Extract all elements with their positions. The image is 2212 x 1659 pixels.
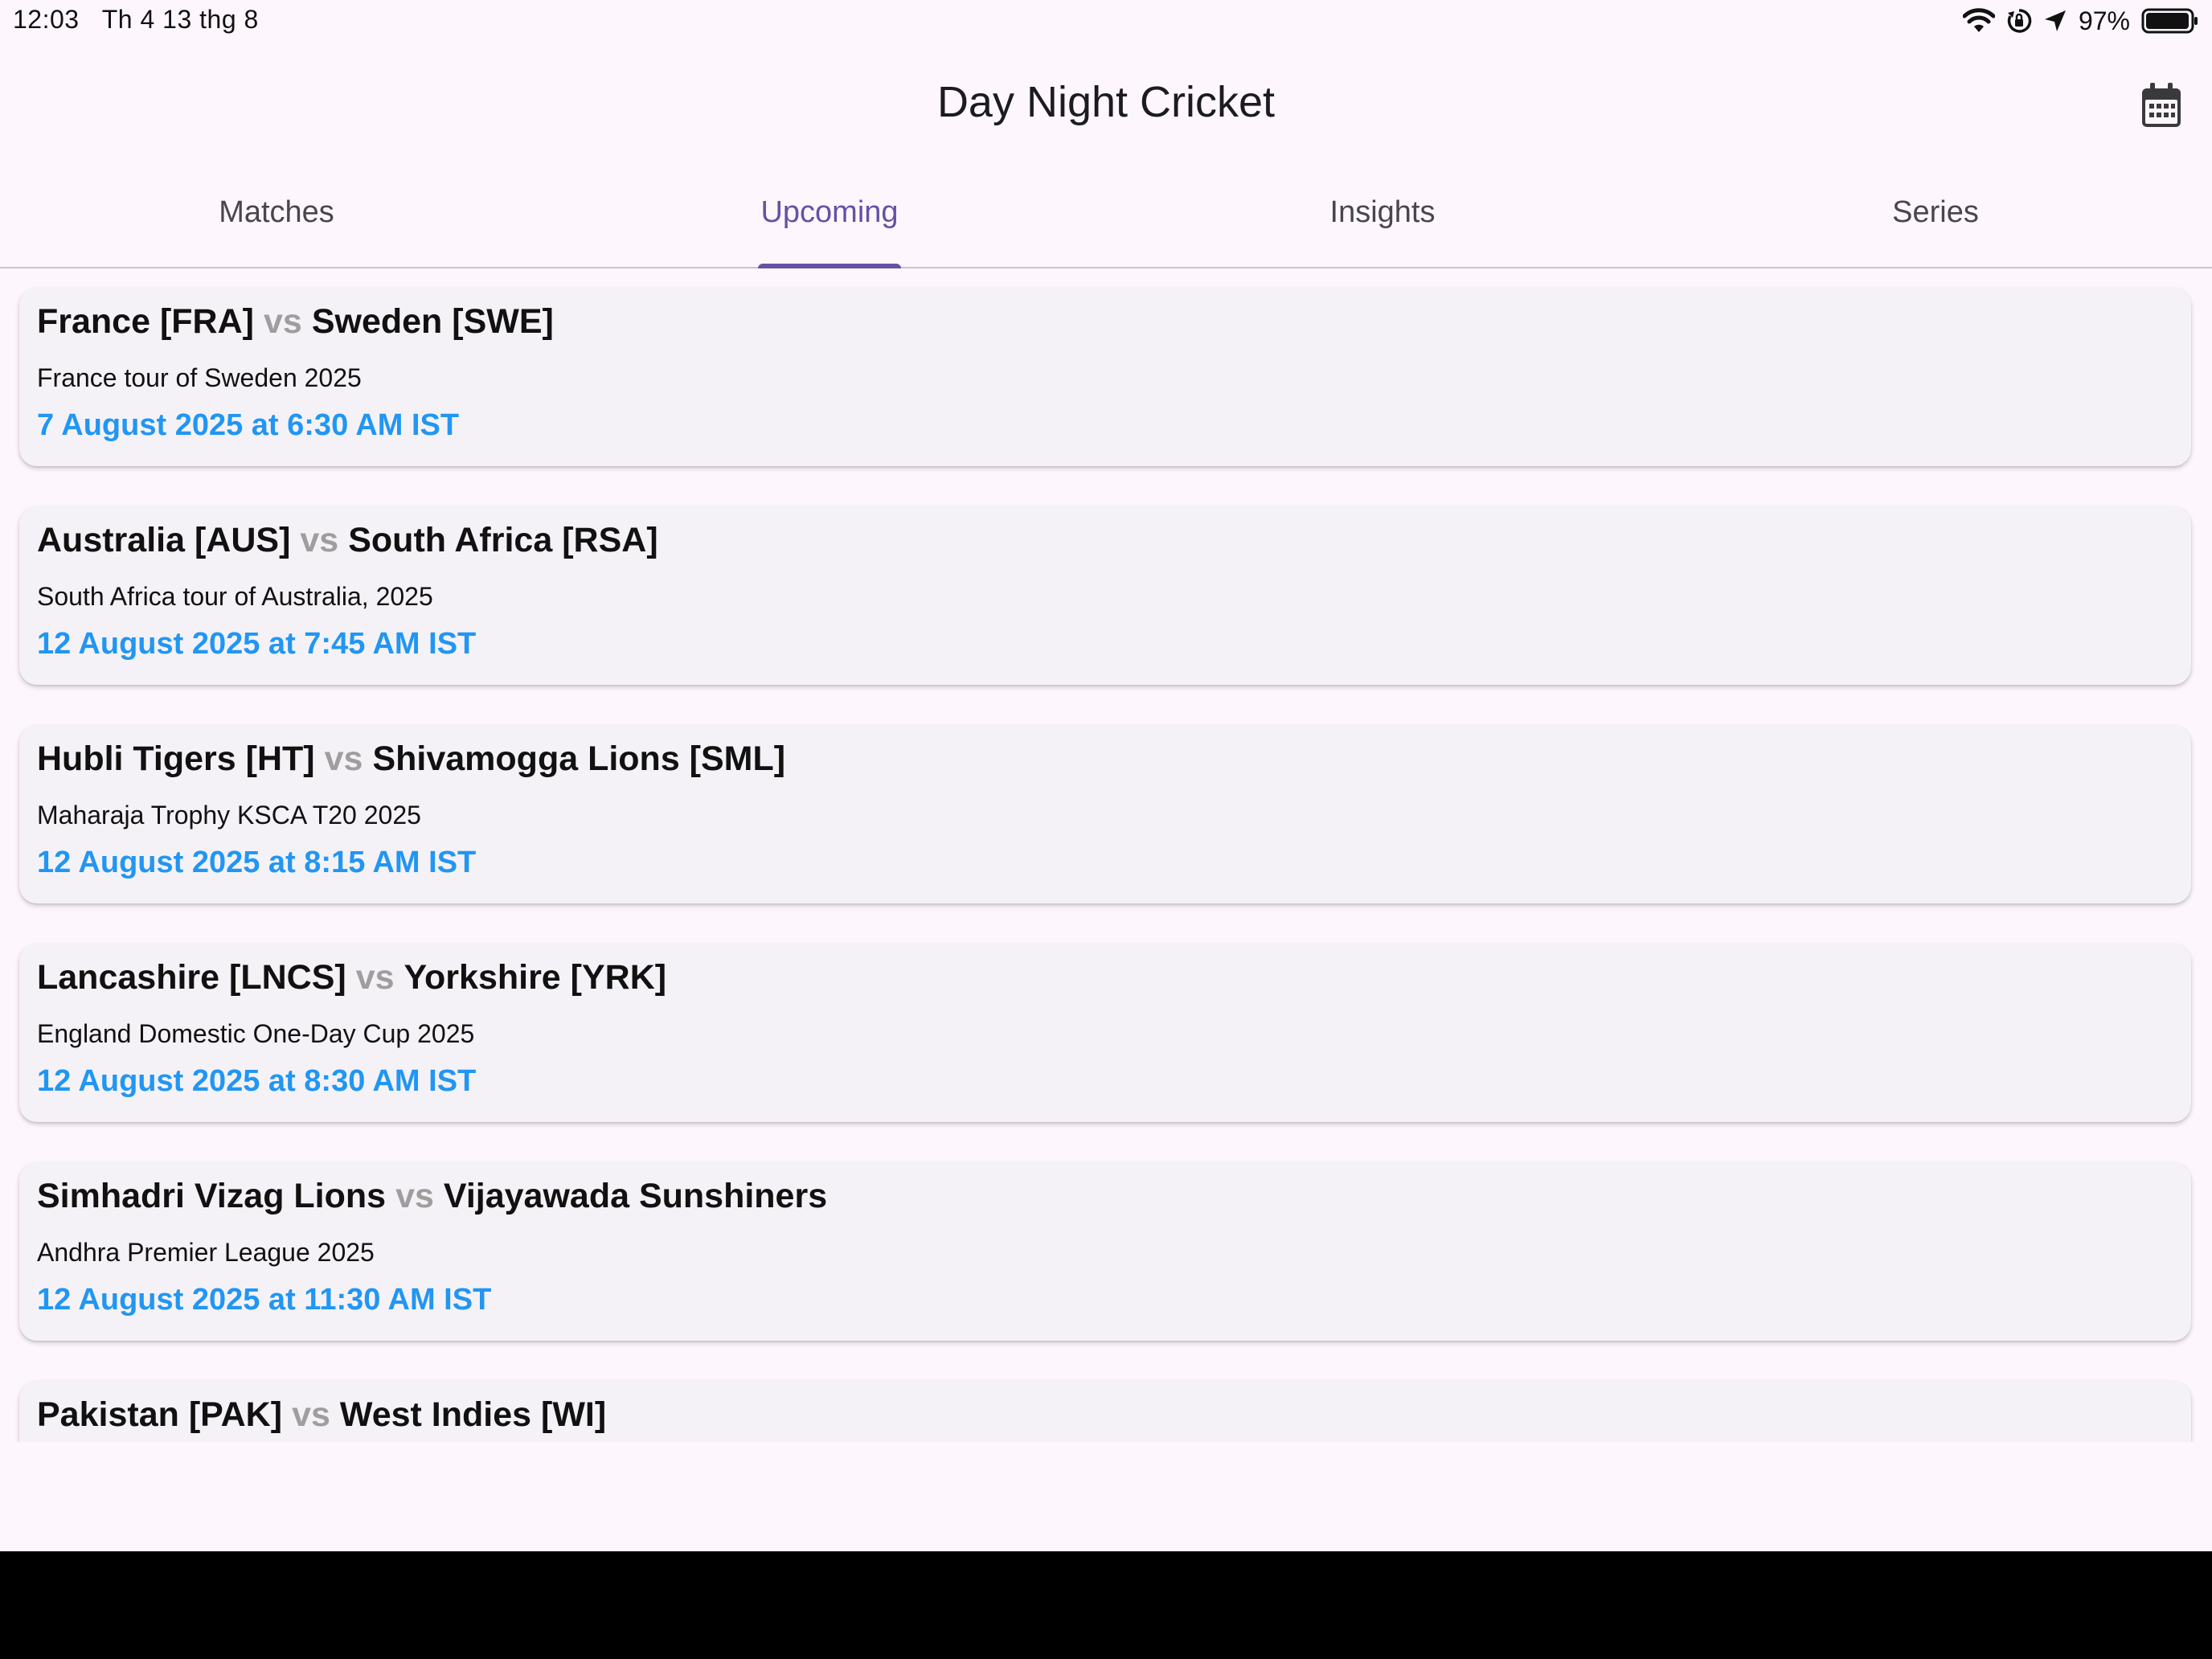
series-name: Andhra Premier League 2025 — [37, 1238, 375, 1267]
series-name: South Africa tour of Australia, 2025 — [37, 582, 433, 611]
match-datetime: 12 August 2025 at 7:45 AM IST — [37, 627, 477, 661]
team-home: Hubli Tigers [HT] — [37, 739, 315, 778]
match-card[interactable]: Hubli Tigers [HT] vs Shivamogga Lions [SML… — [19, 725, 2191, 903]
series-name: France tour of Sweden 2025 — [37, 363, 362, 392]
match-datetime: 12 August 2025 at 11:30 AM IST — [37, 1283, 492, 1317]
location-arrow-icon — [2043, 9, 2067, 33]
match-datetime: 12 August 2025 at 8:30 AM IST — [37, 1064, 477, 1098]
vs-label: vs — [355, 958, 395, 997]
battery-percent: 97% — [2078, 6, 2130, 35]
upcoming-match-list[interactable]: France [FRA] vs Sweden [SWE] France tour o… — [0, 268, 2212, 1442]
match-teams: Pakistan [PAK] vs West Indies [WI] — [37, 1395, 606, 1435]
match-card[interactable]: Simhadri Vizag Lions vs Vijayawada Sunshin… — [19, 1162, 2191, 1341]
vs-label: vs — [263, 302, 302, 341]
team-home: Lancashire [LNCS] — [37, 958, 346, 997]
team-home: Simhadri Vizag Lions — [37, 1177, 387, 1215]
tab-label: Upcoming — [760, 195, 899, 229]
app-bar: Day Night Cricket — [0, 45, 2212, 158]
tab-upcoming[interactable]: Upcoming — [553, 158, 1106, 268]
status-clock: 12:03 — [13, 5, 80, 34]
match-card[interactable]: Australia [AUS] vs South Africa [RSA] Sout… — [19, 506, 2191, 685]
vs-label: vs — [324, 739, 363, 778]
page-title: Day Night Cricket — [936, 78, 1276, 126]
tab-label: Matches — [219, 195, 334, 229]
battery-icon — [2141, 7, 2199, 35]
team-away: West Indies [WI] — [339, 1395, 607, 1434]
match-teams: Simhadri Vizag Lions vs Vijayawada Sunshin… — [37, 1177, 827, 1216]
team-away: Vijayawada Sunshiners — [443, 1177, 828, 1215]
status-icons: 97% — [1962, 5, 2199, 37]
team-home: Australia [AUS] — [37, 521, 291, 559]
series-name: Maharaja Trophy KSCA T20 2025 — [37, 801, 421, 830]
calendar-button[interactable] — [2135, 79, 2188, 135]
match-card[interactable]: Lancashire [LNCS] vs Yorkshire [YRK] Engla… — [19, 944, 2191, 1122]
vs-label: vs — [300, 521, 339, 559]
wifi-icon — [1962, 8, 1995, 34]
status-time: 12:03 Th 4 13 thg 8 — [13, 5, 259, 35]
team-away: Shivamogga Lions [SML] — [372, 739, 786, 778]
tab-matches[interactable]: Matches — [0, 158, 553, 267]
tab-insights[interactable]: Insights — [1106, 158, 1659, 267]
tab-label: Series — [1892, 195, 1979, 229]
match-teams: Hubli Tigers [HT] vs Shivamogga Lions [SML… — [37, 739, 785, 779]
team-home: France [FRA] — [37, 302, 254, 341]
status-bar: 12:03 Th 4 13 thg 8 97% — [0, 0, 2212, 45]
team-away: Yorkshire [YRK] — [403, 958, 667, 997]
tab-series[interactable]: Series — [1659, 158, 2212, 267]
bottom-bar — [0, 1551, 2212, 1659]
team-away: South Africa [RSA] — [348, 521, 658, 559]
match-datetime: 7 August 2025 at 6:30 AM IST — [37, 408, 460, 442]
team-home: Pakistan [PAK] — [37, 1395, 283, 1434]
series-name: England Domestic One-Day Cup 2025 — [37, 1019, 475, 1048]
calendar-icon — [2140, 82, 2182, 133]
match-teams: Lancashire [LNCS] vs Yorkshire [YRK] — [37, 958, 666, 997]
match-teams: France [FRA] vs Sweden [SWE] — [37, 302, 554, 342]
tab-bar: Matches Upcoming Insights Series — [0, 158, 2212, 268]
orientation-lock-icon — [2006, 8, 2032, 34]
status-date: Th 4 13 thg 8 — [101, 5, 259, 34]
match-teams: Australia [AUS] vs South Africa [RSA] — [37, 521, 658, 560]
team-away: Sweden [SWE] — [311, 302, 554, 341]
vs-label: vs — [395, 1177, 434, 1215]
match-card[interactable]: Pakistan [PAK] vs West Indies [WI] — [19, 1381, 2191, 1442]
tab-label: Insights — [1329, 195, 1436, 229]
match-card[interactable]: France [FRA] vs Sweden [SWE] France tour o… — [19, 288, 2191, 466]
match-datetime: 12 August 2025 at 8:15 AM IST — [37, 846, 477, 879]
vs-label: vs — [292, 1395, 330, 1434]
